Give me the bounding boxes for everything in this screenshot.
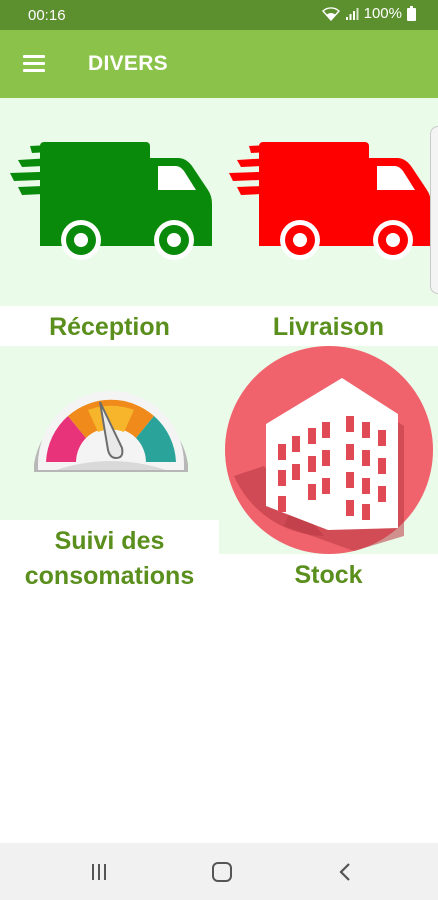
tile-stock[interactable]: Stock [219, 346, 438, 594]
system-nav-bar [0, 843, 438, 900]
tile-label: Stock [294, 561, 363, 589]
menu-icon-line [23, 69, 45, 72]
building-icon [225, 346, 433, 554]
tile-reception[interactable]: Réception [0, 98, 219, 346]
red-truck-icon [229, 142, 431, 260]
scroll-indicator[interactable] [430, 126, 438, 294]
status-time: 00:16 [28, 7, 66, 24]
menu-icon [23, 55, 45, 58]
back-button[interactable] [330, 857, 360, 887]
status-icons: 100% [321, 5, 416, 22]
menu-icon-line [23, 62, 45, 65]
menu-button[interactable] [14, 44, 54, 84]
page-title: DIVERS [88, 52, 168, 75]
back-icon [339, 863, 350, 881]
recent-apps-button[interactable] [84, 857, 114, 887]
tile-livraison[interactable]: Livraison [219, 98, 438, 346]
gauge-icon [34, 391, 188, 472]
wifi-icon [321, 6, 340, 21]
battery-percent: 100% [363, 5, 402, 22]
tile-label: Livraison [272, 313, 385, 341]
green-truck-icon [10, 142, 212, 260]
battery-icon [407, 6, 416, 21]
app-bar: DIVERS [0, 30, 438, 98]
tile-label: Suivi des consomations [24, 527, 195, 590]
tile-label: Réception [49, 313, 170, 341]
home-button[interactable] [207, 857, 237, 887]
tile-suivi-consommations[interactable]: Suivi des consomations [0, 346, 219, 594]
status-bar: 00:16 100% [0, 0, 438, 30]
recent-apps-icon [92, 864, 106, 880]
signal-icon [345, 7, 359, 20]
home-icon [212, 862, 232, 882]
